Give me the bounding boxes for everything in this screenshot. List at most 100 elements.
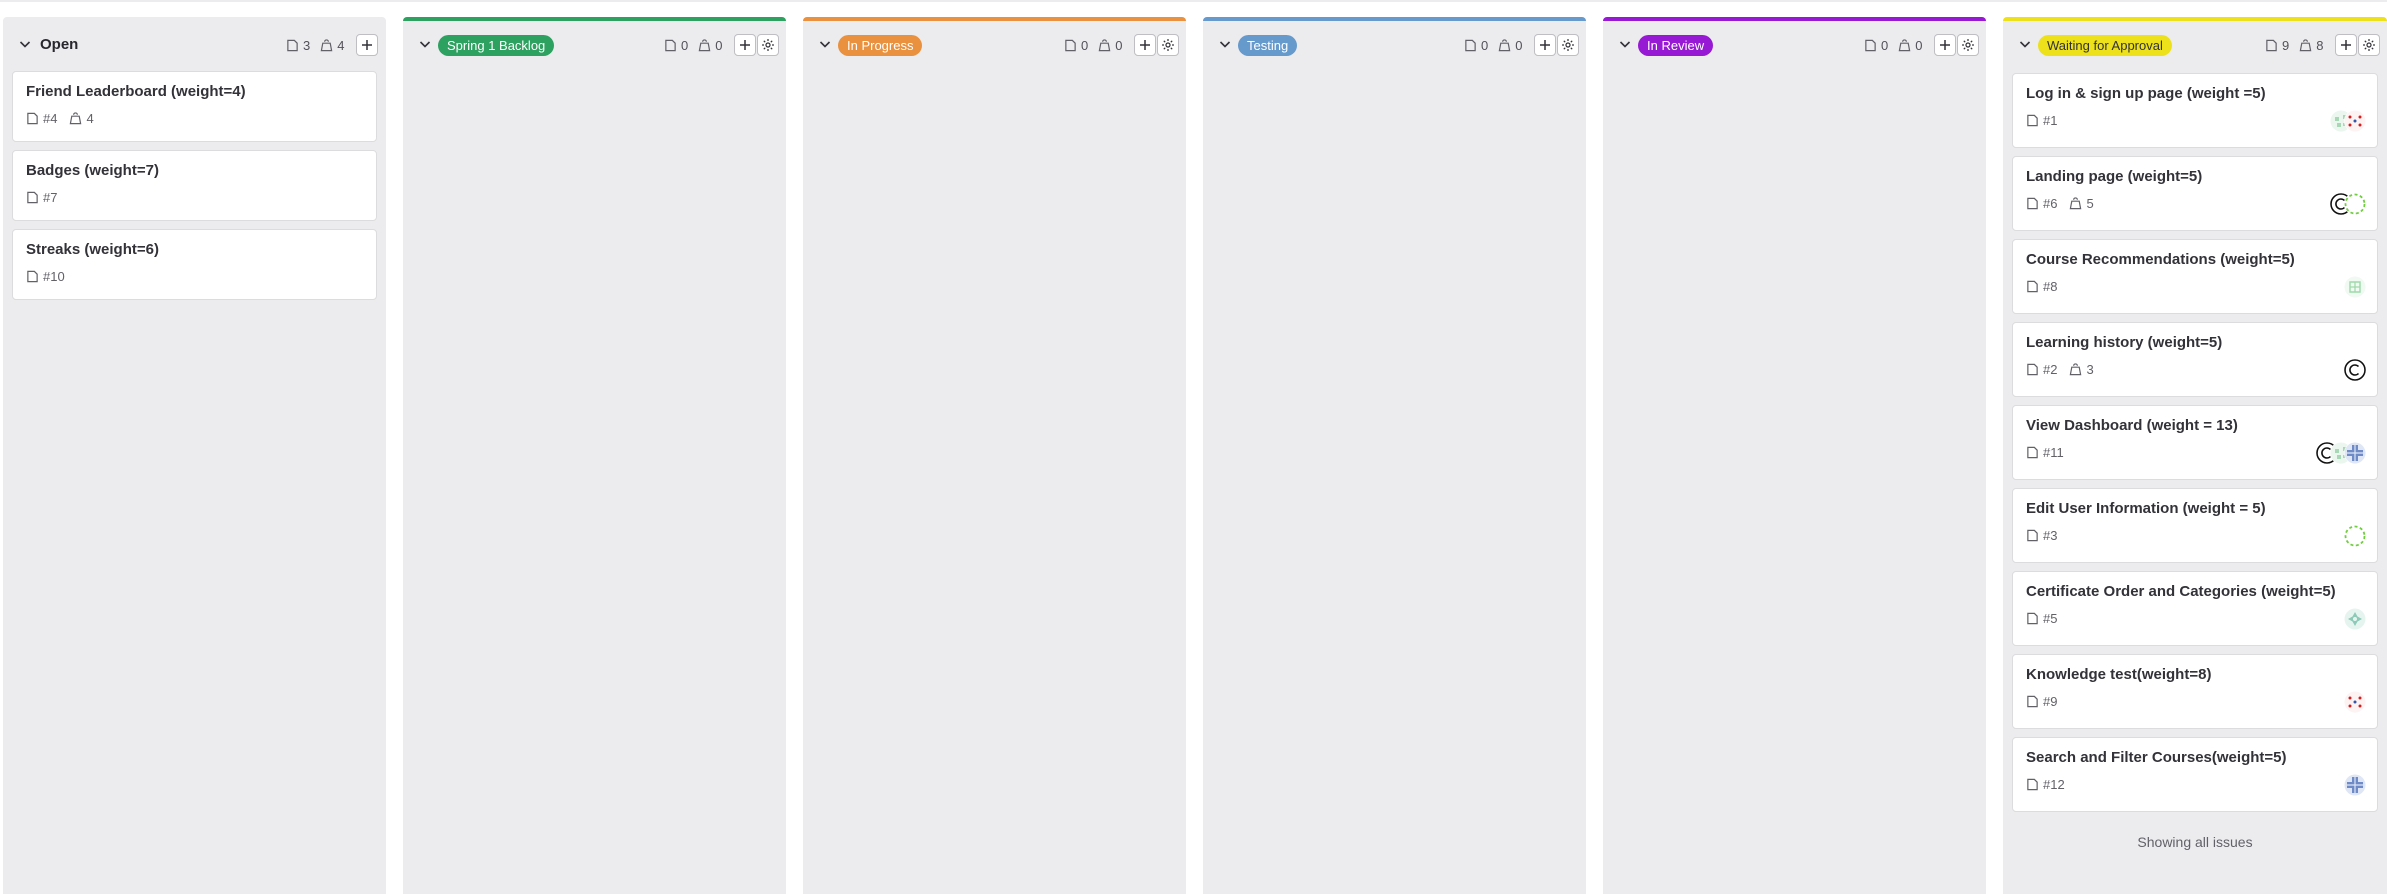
issue-title[interactable]: Streaks (weight=6) [26, 241, 159, 258]
issue-count-value: 9 [2282, 37, 2290, 53]
issue-count-value: 0 [1881, 37, 1889, 53]
teal-pattern-avatar[interactable] [2344, 608, 2366, 630]
issue-ref: #5 [2043, 611, 2058, 626]
list-label: Testing [1238, 35, 1298, 56]
chevron-down-icon[interactable] [17, 36, 33, 52]
issue-card[interactable]: Streaks (weight=6) #10 [12, 229, 377, 300]
assignee-avatars [2344, 608, 2366, 630]
chevron-down-icon[interactable] [1617, 36, 1633, 52]
issue-icon [2027, 363, 2038, 376]
issue-title[interactable]: Search and Filter Courses(weight=5) [2026, 749, 2287, 766]
weight-icon [1498, 38, 1511, 51]
plus-icon [1540, 40, 1550, 50]
issue-icon [2027, 280, 2038, 293]
board-list-in-review: In Review 0 0 [1603, 17, 1986, 894]
issue-meta: #3 [2026, 528, 2069, 543]
issue-card[interactable]: Search and Filter Courses(weight=5) #12 [2012, 737, 2378, 812]
add-issue-button[interactable] [1934, 34, 1956, 56]
list-settings-button[interactable] [1957, 34, 1979, 56]
plus-icon [1140, 40, 1150, 50]
issue-icon [287, 39, 298, 51]
issue-title[interactable]: Edit User Information (weight = 5) [2026, 500, 2266, 517]
issue-ref: #7 [43, 190, 58, 205]
issue-card[interactable]: View Dashboard (weight = 13) #11 [2012, 405, 2378, 480]
add-issue-button[interactable] [2335, 34, 2357, 56]
issue-card[interactable]: Course Recommendations (weight=5) #8 [2012, 239, 2378, 314]
issue-ref: #10 [43, 269, 65, 284]
issue-ref: #8 [2043, 279, 2058, 294]
gear-icon [1962, 39, 1974, 51]
chevron-down-icon[interactable] [2017, 36, 2033, 52]
issue-title[interactable]: Badges (weight=7) [26, 162, 159, 179]
gear-icon [762, 39, 774, 51]
chevron-down-icon[interactable] [817, 36, 833, 52]
issue-title[interactable]: View Dashboard (weight = 13) [2026, 417, 2238, 434]
weight-count-value: 8 [2316, 37, 2324, 53]
board-list-spring-backlog: Spring 1 Backlog 0 0 [403, 17, 786, 894]
issue-card[interactable]: Badges (weight=7) #7 [12, 150, 377, 221]
issue-weight: 5 [2086, 196, 2094, 211]
assignee-avatars [2330, 193, 2366, 215]
add-issue-button[interactable] [734, 34, 756, 56]
issue-ref: #2 [2043, 362, 2058, 377]
chevron-down-icon[interactable] [417, 36, 433, 52]
issue-weight: 4 [86, 111, 94, 126]
add-issue-button[interactable] [1134, 34, 1156, 56]
weight-icon [1098, 38, 1111, 51]
issue-title[interactable]: Certificate Order and Categories (weight… [2026, 583, 2336, 600]
list-stats: 0 0 [1464, 35, 1532, 55]
list-settings-button[interactable] [757, 34, 779, 56]
issue-meta: #5 [2026, 611, 2069, 626]
issue-icon [27, 191, 38, 204]
issue-card[interactable]: Learning history (weight=5) #2 3 [2012, 322, 2378, 397]
issue-card[interactable]: Landing page (weight=5) #6 5 [2012, 156, 2378, 231]
chevron-down-icon[interactable] [1217, 36, 1233, 52]
issue-card[interactable]: Knowledge test(weight=8) #9 [2012, 654, 2378, 729]
issue-meta: #10 [26, 269, 77, 284]
weight-count-value: 0 [715, 37, 723, 53]
green-grid-avatar[interactable] [2344, 276, 2366, 298]
issue-icon [2027, 197, 2038, 210]
issue-title[interactable]: Friend Leaderboard (weight=4) [26, 83, 246, 100]
green-ring-avatar[interactable] [2344, 525, 2366, 547]
list-settings-button[interactable] [2358, 34, 2380, 56]
red-dots-avatar[interactable] [2344, 691, 2366, 713]
c-circle-avatar[interactable] [2344, 359, 2366, 381]
list-header: Open 3 4 [3, 21, 386, 63]
issue-icon [1065, 39, 1076, 51]
issue-title[interactable]: Course Recommendations (weight=5) [2026, 251, 2295, 268]
issue-ref: #11 [2043, 445, 2064, 460]
weight-count-value: 0 [1915, 37, 1923, 53]
red-dots-avatar[interactable] [2344, 110, 2366, 132]
blue-cross-avatar[interactable] [2344, 774, 2366, 796]
issue-icon [2266, 39, 2277, 51]
list-stats: 0 0 [664, 35, 732, 55]
issue-title[interactable]: Landing page (weight=5) [2026, 168, 2202, 185]
issue-card[interactable]: Friend Leaderboard (weight=4) #4 4 [12, 71, 377, 142]
showing-all-issues-note: Showing all issues [2137, 834, 2253, 850]
issue-icon [1865, 39, 1876, 51]
plus-icon [1940, 40, 1950, 50]
weight-icon [320, 38, 333, 51]
issue-count-value: 3 [303, 37, 311, 53]
list-stats: 3 4 [286, 35, 354, 55]
add-issue-button[interactable] [1534, 34, 1556, 56]
green-ring-avatar[interactable] [2344, 193, 2366, 215]
issue-meta: #7 [26, 190, 69, 205]
issue-card[interactable]: Certificate Order and Categories (weight… [2012, 571, 2378, 646]
issue-card[interactable]: Log in & sign up page (weight =5) #1 [2012, 73, 2378, 148]
issue-title[interactable]: Learning history (weight=5) [2026, 334, 2222, 351]
blue-cross-avatar[interactable] [2344, 442, 2366, 464]
issue-meta: #6 5 [2026, 196, 2106, 211]
list-settings-button[interactable] [1557, 34, 1579, 56]
issue-card[interactable]: Edit User Information (weight = 5) #3 [2012, 488, 2378, 563]
issue-title[interactable]: Log in & sign up page (weight =5) [2026, 85, 2266, 102]
issue-icon [27, 112, 38, 125]
issue-ref: #6 [2043, 196, 2058, 211]
assignee-avatars [2330, 110, 2366, 132]
list-settings-button[interactable] [1157, 34, 1179, 56]
add-issue-button[interactable] [356, 34, 378, 56]
issue-ref: #3 [2043, 528, 2058, 543]
issue-title[interactable]: Knowledge test(weight=8) [2026, 666, 2211, 683]
assignee-avatars [2344, 774, 2366, 796]
